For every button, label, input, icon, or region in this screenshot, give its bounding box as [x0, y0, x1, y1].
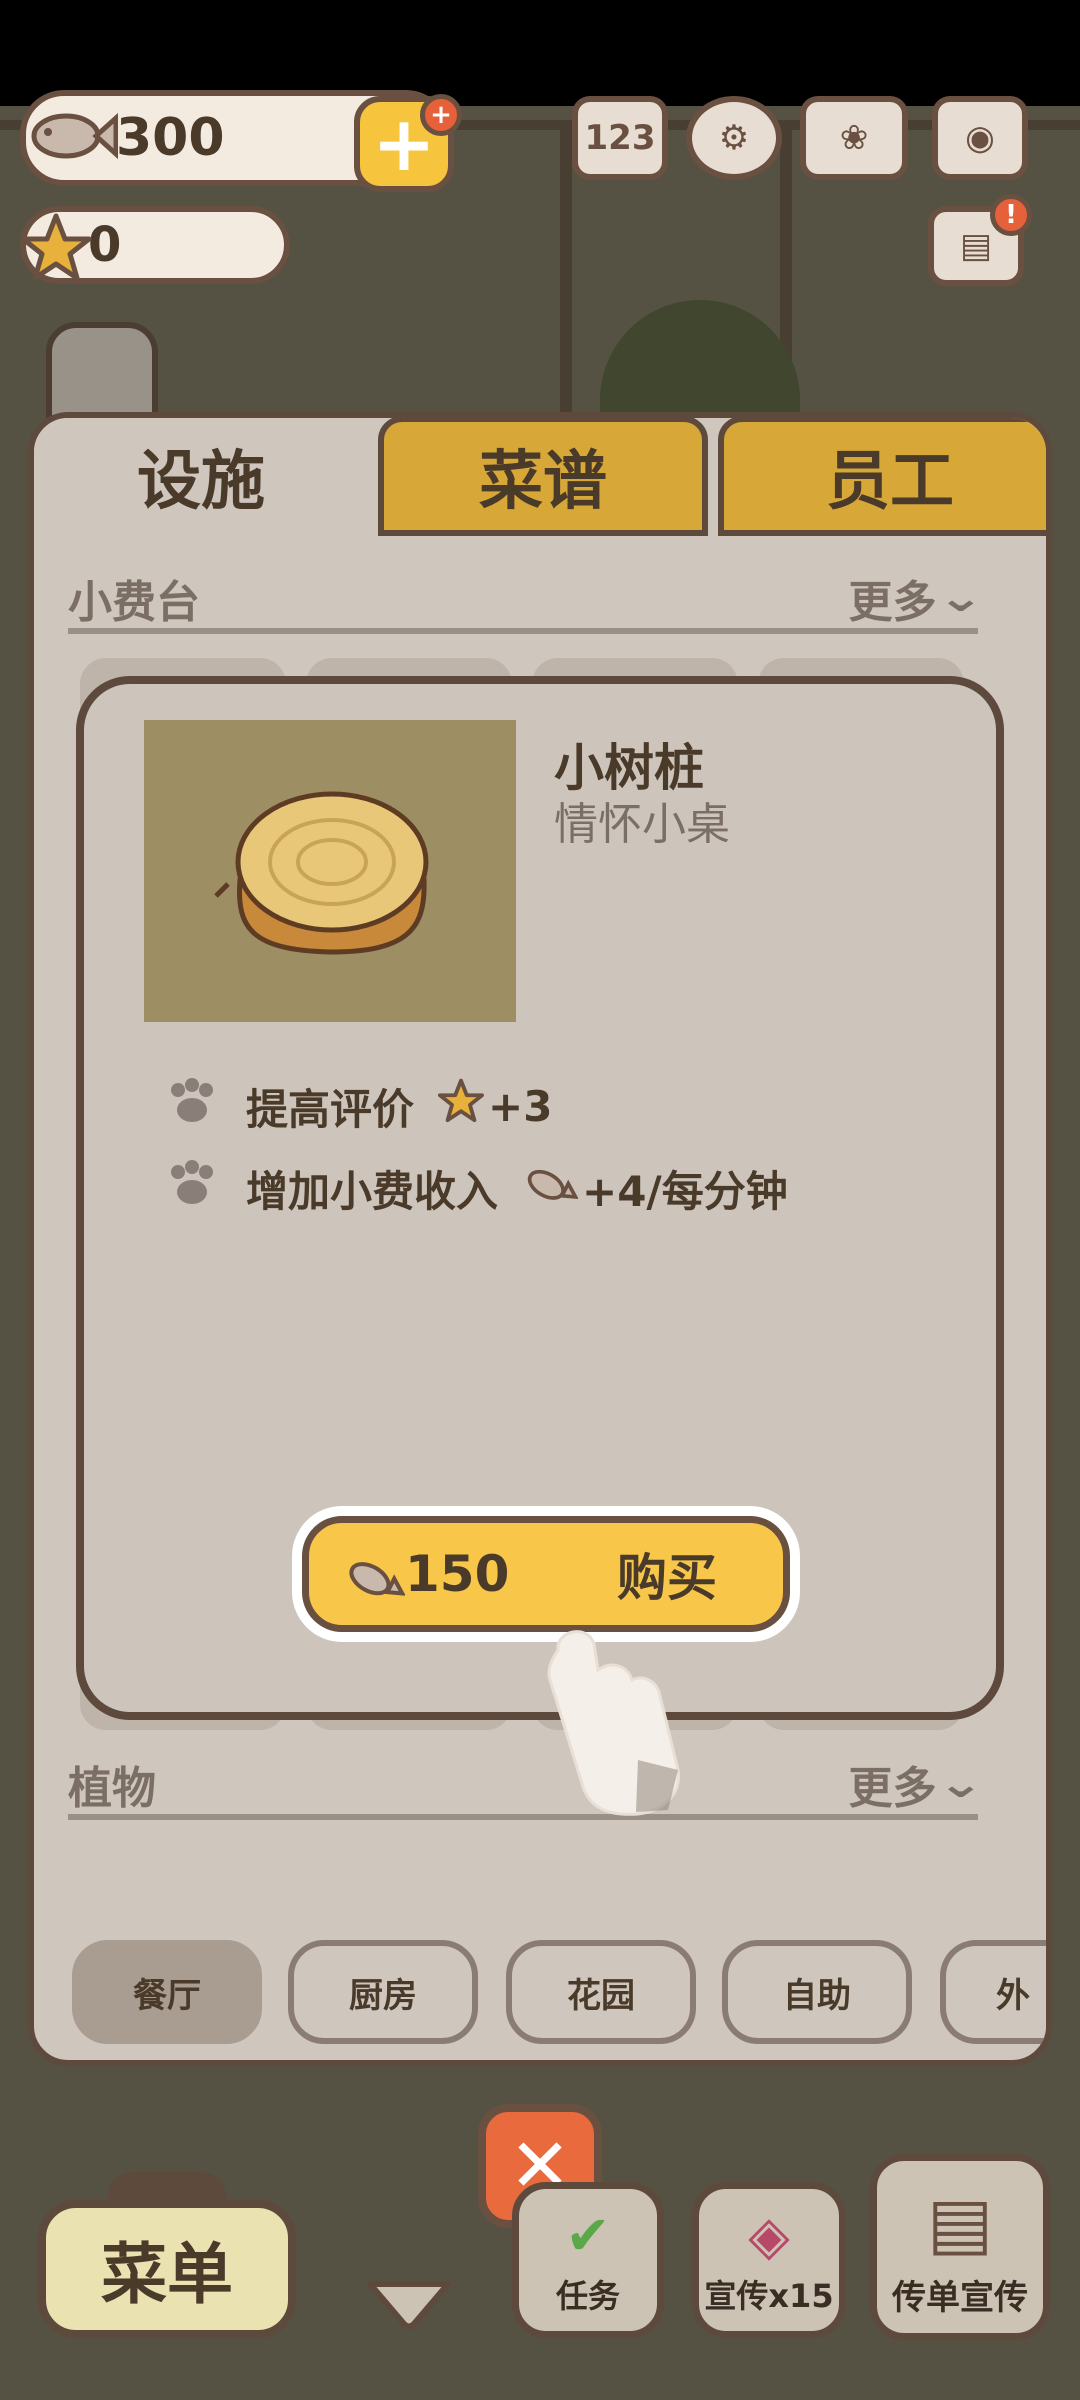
flyer-button[interactable]: ▤ 传单宣传 [870, 2154, 1050, 2340]
buy-button[interactable]: 150 购买 [302, 1516, 790, 1632]
tab-facility[interactable]: 设施 [34, 418, 372, 536]
fish-count: 300 [116, 108, 225, 168]
chevron-down-icon: ⌄ [937, 575, 985, 621]
promo-card-icon: ◈ [748, 2204, 790, 2267]
star-icon [438, 1078, 485, 1134]
category-outdoor[interactable]: 外 [940, 1940, 1046, 2044]
fish-icon [31, 112, 118, 160]
leaderboard-icon[interactable]: 123 [572, 96, 668, 180]
paw-icon [164, 1076, 220, 1136]
menu-button[interactable]: 菜单 [38, 2200, 296, 2338]
checklist-icon: ✔ [565, 2204, 611, 2267]
section-tip-counter: 小费台 更多 ⌄ [68, 566, 985, 634]
alert-badge: ! [990, 194, 1032, 236]
gear-icon[interactable]: ⚙ [686, 96, 782, 180]
tab-recipe[interactable]: 菜谱 [378, 418, 708, 536]
item-subtitle: 情怀小桌 [554, 799, 730, 850]
buy-label: 购买 [617, 1549, 717, 1607]
category-garden[interactable]: 花园 [506, 1940, 696, 2044]
star-currency-pill: 0 [20, 206, 290, 284]
effect-value: +4/每分钟 [582, 1166, 788, 1216]
collapse-arrow-icon[interactable] [364, 2276, 454, 2330]
more-button[interactable]: 更多 ⌄ [848, 1752, 984, 1816]
category-restaurant[interactable]: 餐厅 [72, 1940, 262, 2044]
more-button[interactable]: 更多 ⌄ [848, 566, 984, 630]
effect-row: 增加小费收入 +4/每分钟 [164, 1156, 788, 1220]
fish-icon [349, 1562, 405, 1596]
section-plants: 植物 更多 ⌄ [68, 1752, 985, 1820]
flyer-icon: ▤ [926, 2182, 994, 2264]
buy-cost: 150 [405, 1545, 510, 1603]
notification-dot: + [420, 94, 462, 136]
tab-staff[interactable]: 员工 [718, 418, 1046, 536]
item-detail-modal: 小树桩 情怀小桌 提高评价 +3 增加小费收入 +4/每分钟 150 购买 [76, 676, 1004, 1720]
fish-icon [522, 1160, 579, 1216]
promo-button[interactable]: ◈ 宣传x15 [692, 2182, 846, 2338]
tutorial-hand-icon [547, 1630, 681, 1816]
camera-icon[interactable]: ◉ [932, 96, 1028, 180]
effect-value: +3 [488, 1081, 553, 1131]
star-icon [20, 213, 92, 281]
category-kitchen[interactable]: 厨房 [288, 1940, 478, 2044]
section-title: 植物 [68, 1763, 156, 1814]
chevron-down-icon: ⌄ [937, 1761, 985, 1807]
effect-label: 增加小费收入 [246, 1166, 499, 1216]
task-button[interactable]: ✔ 任务 [512, 2182, 664, 2338]
tree-stump-icon [214, 791, 429, 955]
effect-row: 提高评价 +3 [164, 1074, 552, 1138]
effect-label: 提高评价 [246, 1084, 415, 1134]
star-count: 0 [88, 217, 122, 273]
item-image [144, 720, 516, 1022]
paw-icon [164, 1158, 220, 1218]
category-buffet[interactable]: 自助 [722, 1940, 912, 2044]
section-title: 小费台 [68, 577, 200, 628]
recipe-book-icon[interactable]: ❀ [800, 96, 908, 180]
